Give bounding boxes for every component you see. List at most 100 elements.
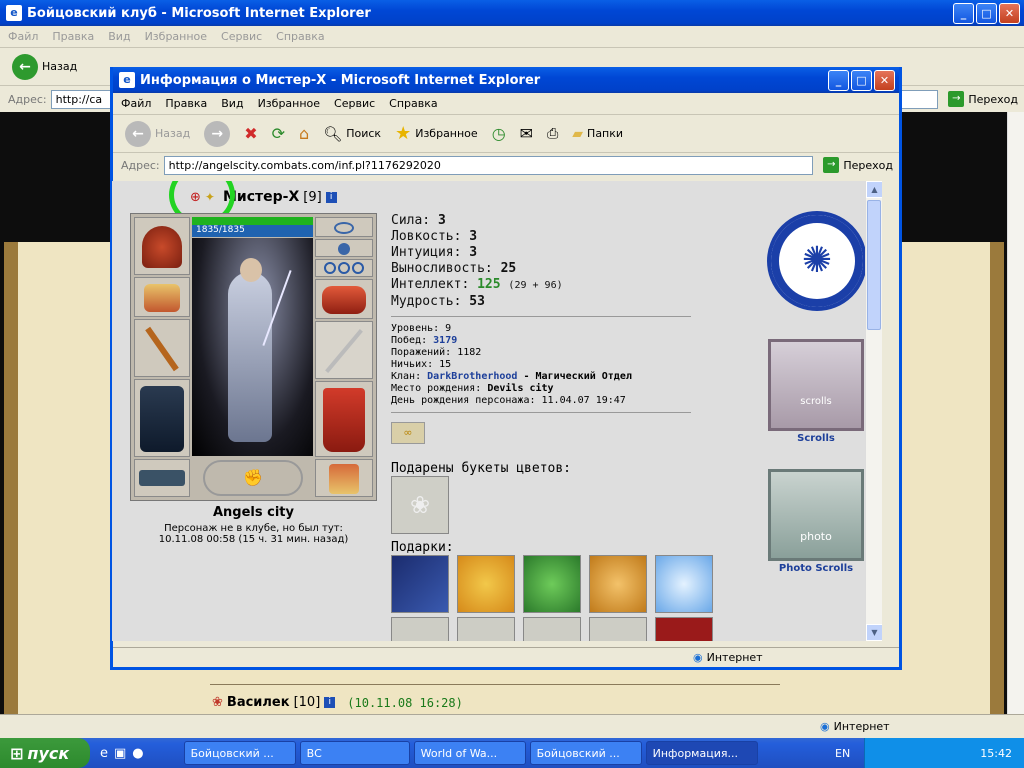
photo-banner[interactable]: photo [768,469,864,561]
clan-link[interactable]: DarkBrotherhood [427,371,517,382]
player2-name[interactable]: Василек [227,695,290,710]
back-button[interactable]: ← Назад [121,119,194,149]
maximize-button[interactable]: □ [976,3,997,24]
birthplace-line: Место рождения: Devils city [391,383,554,394]
back-go-button[interactable]: → Переход [942,91,1024,107]
amulet-slot[interactable] [315,217,373,237]
printer-icon: ⎙ [547,125,559,142]
gift-book[interactable] [391,555,449,613]
back-window-title: Бойцовский клуб - Microsoft Internet Exp… [27,5,371,21]
print-button[interactable]: ⎙ [543,124,562,144]
popup-go-button[interactable]: → Переход [817,157,899,173]
cloak-slot[interactable] [134,379,190,457]
scroll-up-button[interactable]: ▲ [866,181,882,198]
go-label: Переход [843,158,893,172]
task-bk1[interactable]: Бойцовский ... [183,741,296,765]
belt-slot[interactable] [134,459,190,497]
menu-help[interactable]: Справка [389,97,437,110]
back-window-titlebar[interactable]: e Бойцовский клуб - Microsoft Internet E… [0,0,1024,26]
scrolls-banner[interactable]: scrolls [768,339,864,431]
hp-value: 1835/1835 [196,225,245,235]
refresh-button[interactable]: ⟳ [268,122,289,145]
popup-scrollbar[interactable]: ▲ ▼ [865,181,882,641]
popup-minimize-button[interactable]: _ [828,70,849,91]
go-arrow-icon: → [948,91,965,107]
info-icon[interactable]: i [324,697,336,708]
gloves-slot[interactable] [315,279,373,319]
boots-slot[interactable] [315,459,373,497]
gift-bottle[interactable] [523,555,581,613]
popup-maximize-button[interactable]: □ [851,70,872,91]
menu-edit[interactable]: Правка [165,97,207,110]
task-bk2[interactable]: Бойцовский ... [529,741,642,765]
menu-favorites[interactable]: Избранное [258,97,320,110]
gift-cheese[interactable] [457,555,515,613]
clan-logo[interactable]: ✺ [767,211,867,311]
stop-button[interactable]: ✖ [240,122,261,145]
menu-tools[interactable]: Сервис [221,30,262,43]
menu-file[interactable]: Файл [121,97,151,110]
start-button[interactable]: ⊞ пуск [0,738,90,768]
gift-item[interactable] [589,617,647,641]
close-button[interactable]: ✕ [999,3,1020,24]
gift-item[interactable] [391,617,449,641]
scroll-thumb[interactable] [867,200,881,330]
rings-badge[interactable]: ∞ [391,422,425,444]
menu-view[interactable]: Вид [221,97,243,110]
popup-statusbar: ◉ Интернет [113,647,899,667]
rings-slot[interactable] [315,259,373,277]
menu-tools[interactable]: Сервис [334,97,375,110]
desktop-icon[interactable]: ▣ [114,746,126,761]
weapon-slot[interactable] [134,319,190,377]
losses-line: Поражений: 1182 [391,347,482,358]
photo-scrolls-link[interactable]: Photo Scrolls [758,563,874,574]
task-info[interactable]: Информация... [645,741,758,765]
gift-item[interactable] [655,617,713,641]
flower-bouquet[interactable]: ❀ [391,476,449,534]
helmet-slot[interactable] [134,217,190,275]
menu-help[interactable]: Справка [276,30,324,43]
hp-bar: 1835/1835 [192,217,313,237]
pants-slot[interactable] [315,381,373,457]
back-menubar: Файл Правка Вид Избранное Сервис Справка [0,26,1024,48]
scrolls-link[interactable]: Scrolls [768,433,864,444]
home-button[interactable]: ⌂ [295,122,313,145]
necklace-slot[interactable] [315,239,373,257]
task-wow[interactable]: World of Wa... [413,741,526,765]
go-arrow-icon: → [823,157,840,173]
popup-close-button[interactable]: ✕ [874,70,895,91]
language-indicator[interactable]: EN [835,747,850,760]
folders-button[interactable]: ▰ Папки [568,124,627,144]
media-icon[interactable]: ● [132,746,143,761]
presence-text: Персонаж не в клубе, но был тут: [164,523,343,534]
menu-file[interactable]: Файл [8,30,38,43]
search-button[interactable]: 🔍︎ Поиск [319,123,385,145]
gift-medal[interactable] [589,555,647,613]
avatar[interactable] [192,238,313,456]
popup-titlebar[interactable]: e Информация о Мистер-X - Microsoft Inte… [113,67,899,93]
history-button[interactable]: ◷ [488,122,510,145]
minimize-button[interactable]: _ [953,3,974,24]
gift-item[interactable] [523,617,581,641]
back-button[interactable]: ← Назад [8,52,81,82]
back-scrollbar[interactable] [1007,112,1024,714]
popup-address-input[interactable]: http://angelscity.combats.com/inf.pl?117… [163,155,814,175]
popup-addressbar: Адрес: http://angelscity.combats.com/inf… [113,153,899,177]
gift-snowflake[interactable] [655,555,713,613]
info-icon[interactable]: i [325,191,337,203]
menu-favorites[interactable]: Избранное [145,30,207,43]
wins-line: Побед: 3179 [391,335,458,346]
menu-edit[interactable]: Правка [52,30,94,43]
menu-view[interactable]: Вид [108,30,130,43]
gift-item[interactable] [457,617,515,641]
search-icon: 🔍︎ [323,124,343,143]
scroll-down-button[interactable]: ▼ [866,624,882,641]
favorites-button[interactable]: ★ Избранное [391,121,482,146]
forward-button[interactable]: → [200,119,234,149]
clock: 15:42 [980,746,1012,760]
task-vs[interactable]: ВС [299,741,410,765]
mail-button[interactable]: ✉ [516,122,537,145]
ie-icon[interactable]: e [100,746,108,761]
bracers-slot[interactable] [134,277,190,317]
shield-slot[interactable] [315,321,373,379]
